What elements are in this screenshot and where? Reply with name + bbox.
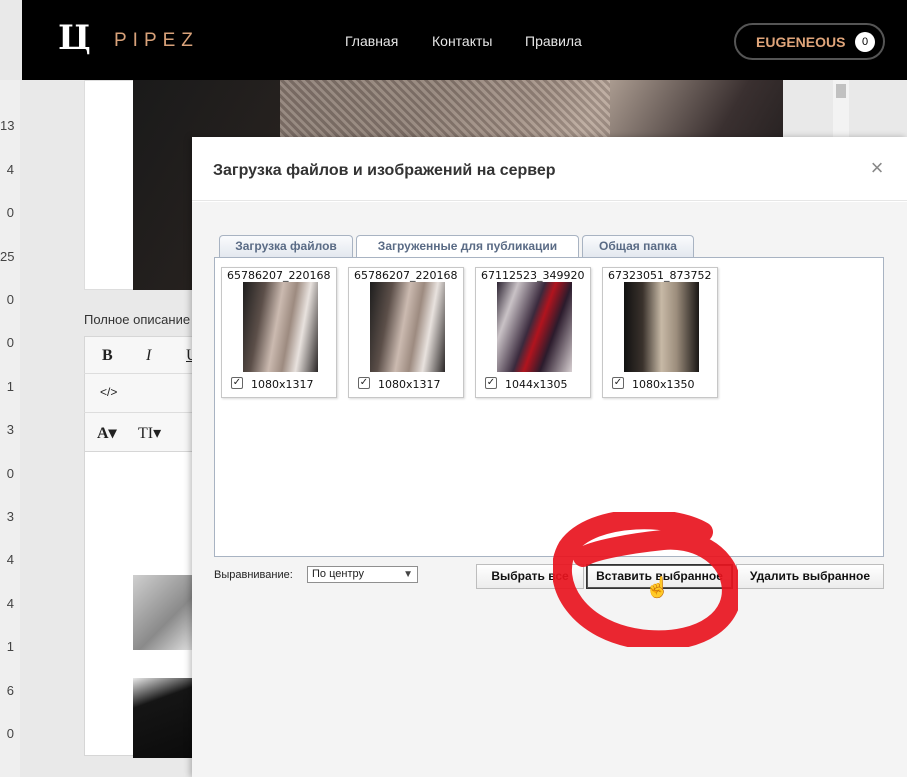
gutter-number: 0 <box>6 466 14 481</box>
alignment-label: Выравнивание: <box>214 569 293 581</box>
site-logo-text[interactable]: PIPEZ <box>114 30 199 52</box>
select-all-button[interactable]: Выбрать все <box>476 564 584 589</box>
editor-image <box>133 678 193 758</box>
file-checkbox[interactable]: ✓ <box>231 377 243 389</box>
tab-shared-folder[interactable]: Общая папка <box>582 235 694 257</box>
font-color-button[interactable]: A▾ <box>97 423 117 443</box>
tab-upload-files[interactable]: Загрузка файлов <box>219 235 353 257</box>
top-nav-bar: Ц PIPEZ Главная Контакты Правила EUGENEO… <box>22 0 907 80</box>
file-checkbox[interactable]: ✓ <box>485 377 497 389</box>
file-name: 67323051_873752 <box>608 269 712 282</box>
file-name: 65786207_220168 <box>354 269 458 282</box>
font-size-button[interactable]: TI▾ <box>138 423 161 443</box>
user-menu-button[interactable]: EUGENEOUS 0 <box>734 23 885 60</box>
nav-link-rules[interactable]: Правила <box>525 33 582 49</box>
toolbar-divider <box>84 373 194 374</box>
file-thumbnail <box>243 282 318 372</box>
site-logo-icon[interactable]: Ц <box>58 18 91 58</box>
user-name: EUGENEOUS <box>756 34 846 50</box>
file-item[interactable]: 67323051_873752 ✓ 1080x1350 <box>602 267 718 398</box>
gutter-number: 4 <box>6 162 14 177</box>
alignment-select[interactable]: По центру ▼ <box>307 566 418 583</box>
gutter-number: 1 <box>6 639 14 654</box>
file-thumbnail <box>624 282 699 372</box>
file-list-panel: 65786207_220168 ✓ 1080x1317 65786207_220… <box>214 257 884 557</box>
gutter-number: 6 <box>6 683 14 698</box>
gutter-number: 25 <box>0 249 15 264</box>
file-thumbnail <box>497 282 572 372</box>
delete-selected-button[interactable]: Удалить выбранное <box>736 564 884 589</box>
gutter-number: 4 <box>6 552 14 567</box>
nav-link-home[interactable]: Главная <box>345 33 398 49</box>
gutter-number: 3 <box>6 422 14 437</box>
bold-button[interactable]: B <box>102 347 113 365</box>
dialog-header: Загрузка файлов и изображений на сервер … <box>192 137 907 201</box>
gutter-number: 3 <box>6 509 14 524</box>
notification-count-badge: 0 <box>855 32 875 52</box>
italic-button[interactable]: I <box>146 347 151 365</box>
tab-uploaded-for-publication[interactable]: Загруженные для публикации <box>356 235 579 257</box>
alignment-value: По центру <box>312 568 364 580</box>
upload-dialog: Загрузка файлов и изображений на сервер … <box>192 137 907 777</box>
toolbar-divider <box>84 412 194 413</box>
file-thumbnail <box>370 282 445 372</box>
dialog-title: Загрузка файлов и изображений на сервер <box>213 162 556 179</box>
editor-image <box>133 575 193 650</box>
file-item[interactable]: 65786207_220168 ✓ 1080x1317 <box>348 267 464 398</box>
file-size: 1044x1305 <box>505 378 568 391</box>
file-checkbox[interactable]: ✓ <box>612 377 624 389</box>
gutter-number: 1 <box>6 379 14 394</box>
full-description-label: Полное описание <box>84 312 191 327</box>
scrollbar-thumb[interactable] <box>836 84 846 98</box>
gutter-number: 0 <box>6 335 14 350</box>
file-size: 1080x1317 <box>378 378 441 391</box>
photo-detail <box>280 80 610 140</box>
gutter-number: 0 <box>6 292 14 307</box>
nav-link-contacts[interactable]: Контакты <box>432 33 492 49</box>
file-name: 67112523_349920 <box>481 269 585 282</box>
file-size: 1080x1350 <box>632 378 695 391</box>
gutter-number: 0 <box>6 205 14 220</box>
gutter-number: 4 <box>6 596 14 611</box>
code-button[interactable]: </> <box>100 385 117 399</box>
editor-toolbar: B I U </> A▾ TI▾ <box>84 336 198 452</box>
gutter-number: 13 <box>0 118 15 133</box>
file-size: 1080x1317 <box>251 378 314 391</box>
gutter-number: 0 <box>6 726 14 741</box>
close-icon[interactable]: × <box>868 157 886 179</box>
chevron-down-icon: ▼ <box>403 569 413 580</box>
left-gutter: 13 4 0 25 0 0 1 3 0 3 4 4 1 6 0 <box>0 80 20 777</box>
file-name: 65786207_220168 <box>227 269 331 282</box>
file-item[interactable]: 65786207_220168 ✓ 1080x1317 <box>221 267 337 398</box>
file-checkbox[interactable]: ✓ <box>358 377 370 389</box>
file-item[interactable]: 67112523_349920 ✓ 1044x1305 <box>475 267 591 398</box>
insert-selected-button[interactable]: Вставить выбранное <box>586 564 733 589</box>
